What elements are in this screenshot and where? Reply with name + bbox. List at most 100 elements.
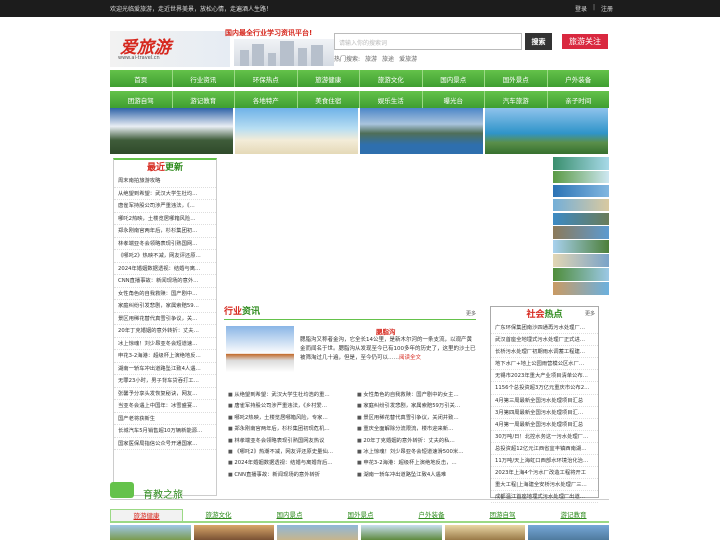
social-item[interactable]: 4月第三周最新全国污水处理项目汇总 <box>491 395 598 407</box>
tourism-image[interactable] <box>277 525 359 540</box>
latest-item[interactable]: 林孝端亚冬会领略表现引熟国网… <box>114 238 216 250</box>
industry-item[interactable]: 冰上惊魂！刘少昂亚冬会短道速滑500米… <box>357 447 476 458</box>
latest-item[interactable]: 从绝望到希望：武汉大学生杜均… <box>114 188 216 200</box>
industry-item[interactable]: 女性角色的自我救赎：国产剧中的女主… <box>357 390 476 401</box>
latest-item[interactable]: 无罪23小时，男子背车贷吞打工… <box>114 375 216 388</box>
tourism-image[interactable] <box>444 525 526 540</box>
thumbnail-image[interactable] <box>553 254 609 267</box>
hot-term[interactable]: 旅游 <box>365 54 377 63</box>
industry-item[interactable]: 20年丁克婚姻的意外转折：丈夫的私… <box>357 436 476 447</box>
social-item[interactable]: 地下水厂+地上公园雨营模公区水厂… <box>491 358 598 371</box>
industry-item[interactable]: 从绝望到希望：武汉大学生杜均浩的重… <box>228 390 347 401</box>
latest-item[interactable]: 张馨予分享头发恢复秘诀，网友… <box>114 388 216 400</box>
social-item[interactable]: 广东环保集团南沙四通再污水处理厂… <box>491 322 598 335</box>
latest-item[interactable]: 郑永刚南官两年后，杉杉集团初… <box>114 225 216 238</box>
thumbnail-image[interactable] <box>553 198 609 212</box>
banner-image[interactable] <box>110 108 233 154</box>
thumbnail-image[interactable] <box>553 240 609 253</box>
nav-item[interactable]: 户外装备 <box>548 70 610 87</box>
industry-item[interactable]: 申花3-2海港：超级杯上演绝地反击，… <box>357 458 476 469</box>
search-button[interactable]: 搜索 <box>525 33 552 50</box>
tourism-tab[interactable]: 旅游文化 <box>183 509 254 521</box>
register-link[interactable]: 注册 <box>601 4 613 13</box>
latest-item[interactable]: 冰上惊魂！刘少昂亚冬会短道速… <box>114 338 216 350</box>
industry-item[interactable]: 郑永刚南官两年后，杉杉集团初现危机… <box>228 424 347 435</box>
tourism-image[interactable] <box>361 525 442 540</box>
industry-item[interactable]: 唐雀军持股公司涉严重违法，《乡村爱… <box>228 401 347 412</box>
read-all-link[interactable]: 阅读全文 <box>399 355 421 361</box>
nav-item[interactable]: 首页 <box>110 70 173 87</box>
nav-item[interactable]: 旅游健康 <box>298 70 360 87</box>
thumbnail-image[interactable] <box>553 212 609 226</box>
featured-title[interactable]: 腮脂沟 <box>376 326 396 336</box>
industry-item[interactable]: 《哪吒2》热潮不减，网友评还原史量仙… <box>228 447 347 458</box>
social-item[interactable]: 4月第一周最新全国污水处理项目汇总 <box>491 419 598 431</box>
social-item[interactable]: 30万吨/日！北控水务这一污水处理厂… <box>491 431 598 443</box>
nav-item[interactable]: 娱乐生活 <box>360 91 423 108</box>
tourism-image[interactable] <box>110 525 191 540</box>
nav-item[interactable]: 美食住宿 <box>298 91 360 108</box>
tourism-tab[interactable]: 团游自驾 <box>467 509 538 521</box>
social-item[interactable]: 11万吨/天上海虹口西部水环境治化治… <box>491 455 598 468</box>
latest-item[interactable]: 周末南拍旅游攻略 <box>114 175 216 188</box>
tourism-tab[interactable]: 户外装备 <box>396 509 467 521</box>
social-item[interactable]: 长桥污水处理厂初期雨水调蓄工程建… <box>491 346 598 359</box>
latest-item[interactable]: CNN直播事故：新闻现场的意外… <box>114 275 216 288</box>
nav-item[interactable]: 国内景点 <box>423 70 485 87</box>
industry-item[interactable]: CNN直播事故：新闻现场的意外转折 <box>228 470 347 481</box>
latest-item[interactable]: 20年丁克婚姻的意外转折：丈夫… <box>114 325 216 338</box>
social-item[interactable]: 武汉首座全地埋式污水处理厂正式进… <box>491 334 598 347</box>
hot-term[interactable]: 爱旅游 <box>399 54 417 63</box>
tourism-tab[interactable]: 旅游健康 <box>110 509 183 521</box>
search-input[interactable]: 请输入你的搜索词 <box>334 33 522 50</box>
industry-item[interactable]: 湖南一轿车冲出道路坠江致4人遇难 <box>357 470 476 481</box>
tourism-image[interactable] <box>528 525 610 540</box>
social-item[interactable]: 3月第四周最新全国污水处理项目汇… <box>491 407 598 419</box>
nav-item[interactable]: 各地特产 <box>235 91 298 108</box>
thumbnail-image[interactable] <box>553 157 609 170</box>
industry-item[interactable]: 2024年婚姻数据透视：结婚与离婚背后… <box>228 458 347 469</box>
latest-item[interactable]: 唐雀军持股公司涉严重违法，《… <box>114 200 216 213</box>
latest-item[interactable]: 《哪吒2》热映不减，网友评还原… <box>114 250 216 263</box>
latest-item[interactable]: 长城汽车5月销售超10万辆新能源… <box>114 425 216 438</box>
latest-item[interactable]: 国产老将获新生 <box>114 413 216 425</box>
nav-item[interactable]: 曝光台 <box>423 91 485 108</box>
social-item[interactable]: 总投资超12亿元江西省宜丰镇西南湖… <box>491 443 598 456</box>
latest-item[interactable]: 2024年婚姻数据透视：结婚与离… <box>114 263 216 275</box>
latest-item[interactable]: 女性角色的自我救赎：国产剧中… <box>114 288 216 300</box>
thumbnail-image[interactable] <box>553 170 609 184</box>
nav-item[interactable]: 旅游文化 <box>360 70 423 87</box>
latest-item[interactable]: 哪吒2热映，土楼览居哪箱风险… <box>114 213 216 225</box>
industry-item[interactable]: 家庭纠纷引发悲剧，家属索赔59万引关… <box>357 401 476 412</box>
industry-item[interactable]: 林孝端亚冬会领略表现引熟国网友热议 <box>228 436 347 447</box>
social-item[interactable]: 2023年上海4个污水厂改造工程将开工 <box>491 467 598 480</box>
industry-item[interactable]: 景区用稀花替代真雪引争议，关闭并致… <box>357 413 476 424</box>
site-logo[interactable]: 爱旅游 www.ai-travel.cn <box>110 31 230 67</box>
social-item[interactable]: 无锡市2023年重大产业项目清单公布… <box>491 370 598 383</box>
latest-item[interactable]: 景区用稀花替代真雪引争议，关… <box>114 313 216 325</box>
tourism-tab[interactable]: 游记教育 <box>538 509 609 521</box>
tourism-tab[interactable]: 国外景点 <box>325 509 396 521</box>
latest-item[interactable]: 湖南一轿车冲出道路坠江致4人遇… <box>114 363 216 375</box>
latest-item[interactable]: 当亚冬会遇上中国年：冰雪盛宴… <box>114 400 216 413</box>
tourism-tab[interactable]: 国内景点 <box>254 509 325 521</box>
nav-item[interactable]: 行业资讯 <box>173 70 235 87</box>
thumbnail-image[interactable] <box>553 268 609 281</box>
latest-item[interactable]: 家庭纠纷引发悲剧，家属索赔59… <box>114 300 216 313</box>
thumbnail-image[interactable] <box>553 226 609 240</box>
featured-image[interactable] <box>226 326 294 372</box>
social-more-link[interactable]: 更多 <box>585 310 595 317</box>
hot-term[interactable]: 旅途 <box>382 54 394 63</box>
banner-image[interactable] <box>360 108 483 154</box>
login-link[interactable]: 登录 <box>575 4 587 13</box>
nav-item[interactable]: 国外景点 <box>485 70 548 87</box>
social-item[interactable]: 1156个总投资超3万亿元重庆市公布2… <box>491 382 598 395</box>
nav-item[interactable]: 亲子时间 <box>548 91 610 108</box>
latest-item[interactable]: 国家医保局指信公众号开通国家… <box>114 438 216 450</box>
follow-button[interactable]: 旅游关注 <box>562 34 608 49</box>
latest-item[interactable]: 申花3-2海港：超级杯上演绝地反… <box>114 350 216 363</box>
thumbnail-image[interactable] <box>553 282 609 295</box>
tourism-image[interactable] <box>193 525 275 540</box>
nav-item[interactable]: 汽车旅游 <box>485 91 548 108</box>
nav-item[interactable]: 团游自驾 <box>110 91 173 108</box>
